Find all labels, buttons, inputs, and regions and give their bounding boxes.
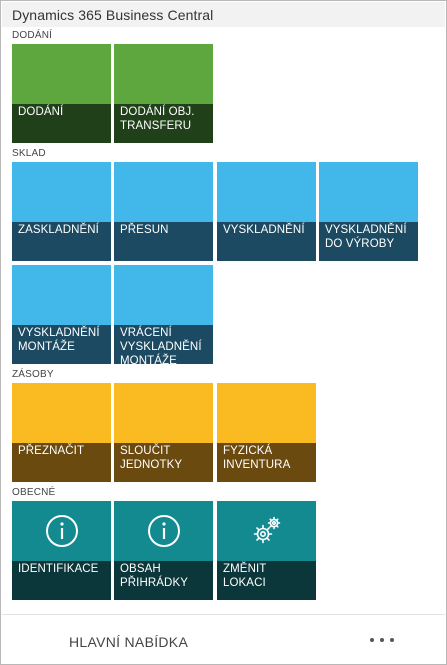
section-label-zasoby: ZÁSOBY (12, 369, 54, 380)
footer-bar: HLAVNÍ NABÍDKA (2, 614, 445, 664)
main-menu-button[interactable]: HLAVNÍ NABÍDKA (69, 634, 188, 650)
more-icon[interactable] (362, 627, 402, 653)
tile-zaskladneni[interactable]: ZASKLADNĚNÍ (12, 162, 111, 261)
tile-vyskladneni-do-vyroby[interactable]: VYSKLADNĚNÍ DO VÝROBY (319, 162, 418, 261)
tile-label: VYSKLADNĚNÍ (223, 224, 305, 236)
tile-label: VRÁCENÍ VYSKLADNĚNÍ MONTÁŽE (120, 327, 202, 367)
tile-label: ZASKLADNĚNÍ (18, 224, 99, 236)
tile-label: OBSAH PŘIHRÁDKY (120, 563, 188, 589)
tile-identifikace[interactable]: IDENTIFIKACE (12, 501, 111, 600)
tile-vraceni-vyskladneni-montaze[interactable]: VRÁCENÍ VYSKLADNĚNÍ MONTÁŽE (114, 265, 213, 367)
section-label-dodani: DODÁNÍ (12, 30, 53, 41)
tile-label: VYSKLADNĚNÍ MONTÁŽE (18, 327, 100, 353)
app-title: Dynamics 365 Business Central (12, 7, 214, 23)
tile-label: VYSKLADNĚNÍ DO VÝROBY (325, 224, 407, 250)
tile-label: FYZICKÁ INVENTURA (223, 445, 291, 471)
tile-label: SLOUČIT JEDNOTKY (120, 445, 183, 471)
info-icon (114, 501, 213, 561)
tile-presun[interactable]: PŘESUN (114, 162, 213, 261)
title-bar: Dynamics 365 Business Central (2, 2, 445, 27)
info-icon (12, 501, 111, 561)
tile-label: IDENTIFIKACE (18, 563, 99, 575)
tile-zmenit-lokaci[interactable]: ZMĚNIT LOKACI (217, 501, 316, 600)
tile-vyskladneni[interactable]: VYSKLADNĚNÍ (217, 162, 316, 261)
tile-sloucit-jednotky[interactable]: SLOUČIT JEDNOTKY (114, 383, 213, 482)
tile-dodani[interactable]: DODÁNÍ (12, 44, 111, 143)
tile-label: DODÁNÍ (18, 106, 64, 118)
tile-label: PŘEZNAČIT (18, 445, 85, 457)
tile-vyskladneni-montaze[interactable]: VYSKLADNĚNÍ MONTÁŽE (12, 265, 111, 364)
gears-icon (217, 501, 316, 561)
tile-label: ZMĚNIT LOKACI (223, 563, 267, 589)
tile-label: DODÁNÍ OBJ. TRANSFERU (120, 106, 195, 132)
tile-fyzicka-inventura[interactable]: FYZICKÁ INVENTURA (217, 383, 316, 482)
tile-label: PŘESUN (120, 224, 169, 236)
tile-dodani-obj-transferu[interactable]: DODÁNÍ OBJ. TRANSFERU (114, 44, 213, 143)
section-label-sklad: SKLAD (12, 148, 46, 159)
section-label-obecne: OBECNÉ (12, 487, 56, 498)
app-window: Dynamics 365 Business Central DODÁNÍ DOD… (0, 0, 447, 665)
tile-obsah-prihradky[interactable]: OBSAH PŘIHRÁDKY (114, 501, 213, 600)
tile-preznacit[interactable]: PŘEZNAČIT (12, 383, 111, 482)
